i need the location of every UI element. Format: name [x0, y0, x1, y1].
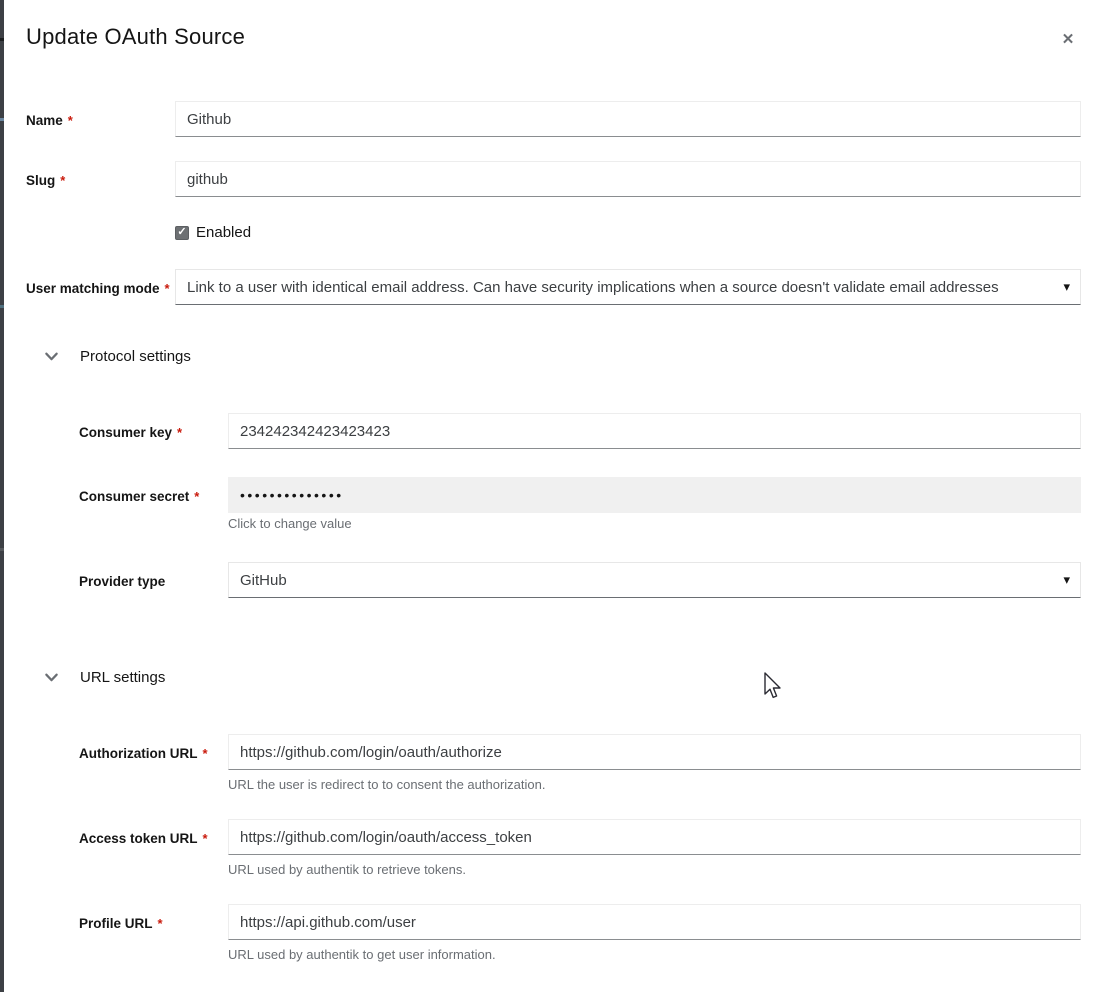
- slug-label: Slug *: [26, 173, 65, 189]
- provider-type-label-text: Provider type: [79, 574, 165, 589]
- background-page-edge: [0, 0, 4, 992]
- caret-down-icon: ▾: [1063, 572, 1070, 588]
- required-asterisk: *: [158, 916, 163, 931]
- authorization-url-label-text: Authorization URL: [79, 746, 197, 761]
- authorization-url-help: URL the user is redirect to to consent t…: [228, 777, 545, 792]
- provider-type-value: GitHub: [240, 572, 287, 589]
- consumer-secret-masked-value[interactable]: ••••••••••••••: [228, 477, 1081, 513]
- consumer-key-input[interactable]: [228, 413, 1081, 449]
- background-edge-tick: [0, 305, 4, 308]
- required-asterisk: *: [68, 113, 73, 128]
- close-icon[interactable]: ✕: [1055, 26, 1081, 52]
- chevron-down-icon: [44, 670, 59, 685]
- required-asterisk: *: [194, 489, 199, 504]
- consumer-secret-label-text: Consumer secret: [79, 489, 189, 504]
- consumer-secret-help: Click to change value: [228, 516, 352, 531]
- url-settings-title: URL settings: [80, 669, 165, 686]
- required-asterisk: *: [60, 173, 65, 188]
- enabled-checkbox[interactable]: ✓: [175, 226, 189, 240]
- protocol-settings-title: Protocol settings: [80, 348, 191, 365]
- user-matching-mode-label-text: User matching mode: [26, 281, 160, 296]
- profile-url-label-text: Profile URL: [79, 916, 153, 931]
- profile-url-help: URL used by authentik to get user inform…: [228, 947, 496, 962]
- mouse-cursor-icon: [762, 672, 784, 702]
- provider-type-label: Provider type: [79, 574, 165, 590]
- background-edge-tick: [0, 38, 4, 41]
- protocol-settings-section-toggle[interactable]: Protocol settings: [44, 348, 191, 365]
- required-asterisk: *: [202, 746, 207, 761]
- enabled-label: Enabled: [196, 224, 251, 241]
- user-matching-mode-value: Link to a user with identical email addr…: [187, 279, 999, 296]
- name-label-text: Name: [26, 113, 63, 128]
- required-asterisk: *: [165, 281, 170, 296]
- access-token-url-input[interactable]: [228, 819, 1081, 855]
- consumer-key-label: Consumer key *: [79, 425, 182, 441]
- checkmark-icon: ✓: [177, 227, 186, 238]
- name-input[interactable]: [175, 101, 1081, 137]
- required-asterisk: *: [203, 831, 208, 846]
- masked-dots: ••••••••••••••: [240, 487, 344, 503]
- update-oauth-source-modal: Update OAuth Source ✕ Name * Slug * ✓ Enab…: [0, 0, 1104, 992]
- background-edge-tick: [0, 118, 4, 121]
- required-asterisk: *: [177, 425, 182, 440]
- slug-label-text: Slug: [26, 173, 55, 188]
- url-settings-section-toggle[interactable]: URL settings: [44, 669, 165, 686]
- profile-url-input[interactable]: [228, 904, 1081, 940]
- caret-down-icon: ▾: [1063, 279, 1070, 295]
- consumer-secret-label: Consumer secret *: [79, 489, 199, 505]
- consumer-key-label-text: Consumer key: [79, 425, 172, 440]
- authorization-url-label: Authorization URL *: [79, 746, 208, 762]
- chevron-down-icon: [44, 349, 59, 364]
- authorization-url-input[interactable]: [228, 734, 1081, 770]
- name-label: Name *: [26, 113, 73, 129]
- modal-title: Update OAuth Source: [26, 24, 245, 50]
- user-matching-mode-label: User matching mode *: [26, 281, 170, 297]
- background-edge-tick: [0, 548, 4, 551]
- access-token-url-label-text: Access token URL: [79, 831, 198, 846]
- user-matching-mode-select[interactable]: Link to a user with identical email addr…: [175, 269, 1081, 305]
- profile-url-label: Profile URL *: [79, 916, 163, 932]
- enabled-checkbox-row[interactable]: ✓ Enabled: [175, 224, 251, 241]
- slug-input[interactable]: [175, 161, 1081, 197]
- access-token-url-help: URL used by authentik to retrieve tokens…: [228, 862, 466, 877]
- provider-type-select[interactable]: GitHub ▾: [228, 562, 1081, 598]
- access-token-url-label: Access token URL *: [79, 831, 208, 847]
